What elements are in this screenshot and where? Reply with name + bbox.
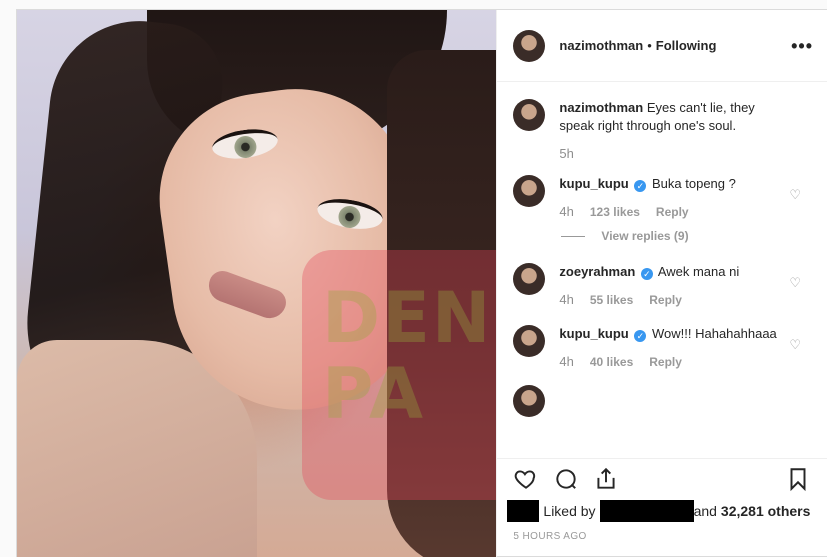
comment-time[interactable]: 4h — [559, 291, 573, 309]
header-separator: • — [647, 38, 652, 53]
post-header: nazimothman • Following ••• — [497, 10, 827, 82]
verified-badge-icon: ✓ — [634, 330, 647, 342]
post-sidebar: nazimothman • Following ••• nazimothman … — [496, 10, 827, 557]
commenter-avatar[interactable] — [513, 175, 546, 207]
watermark-line2: PA — [322, 353, 426, 435]
following-button[interactable]: Following — [656, 38, 717, 53]
share-icon[interactable] — [591, 464, 621, 494]
comment-text: Awek mana ni — [657, 264, 740, 279]
commenter-avatar[interactable] — [513, 385, 546, 417]
verified-badge-icon: ✓ — [640, 268, 653, 280]
verified-badge-icon: ✓ — [634, 180, 647, 192]
likes-summary: Liked by and 32,281 others — [507, 500, 819, 522]
comment-time[interactable]: 4h — [559, 353, 573, 371]
comment-likes[interactable]: 55 likes — [590, 291, 633, 309]
action-bar — [497, 458, 827, 498]
comment-likes[interactable]: 40 likes — [590, 353, 633, 371]
post-photo[interactable]: DEN PA — [17, 10, 497, 557]
reply-button[interactable]: Reply — [656, 203, 689, 221]
caption-username[interactable]: nazimothman — [559, 100, 643, 115]
view-replies-label[interactable]: View replies (9) — [601, 229, 688, 243]
view-replies-button[interactable]: View replies (9) — [561, 229, 811, 243]
watermark-logo: DEN PA — [302, 250, 497, 500]
watermark-line1: DEN — [322, 277, 493, 359]
replies-divider — [561, 235, 586, 237]
more-options-icon[interactable]: ••• — [791, 36, 813, 57]
comment-item: kupu_kupu ✓ Wow!!! Hahahahhaaa 4h 40 lik… — [513, 325, 811, 371]
comment-item: kupu_kupu ✓ Buka topeng ? 4h 123 likes R… — [513, 175, 811, 221]
author-avatar[interactable] — [513, 29, 546, 62]
comment-username[interactable]: kupu_kupu — [559, 176, 628, 191]
post-card: DEN PA nazimothman • Following ••• nazimo… — [16, 9, 827, 557]
redacted-avatar — [507, 500, 540, 522]
heart-icon[interactable] — [511, 464, 541, 494]
comment-likes[interactable]: 123 likes — [590, 203, 640, 221]
commenter-avatar[interactable] — [513, 325, 546, 357]
reply-button[interactable]: Reply — [649, 291, 682, 309]
comment-item-partial — [513, 385, 811, 417]
comment-username[interactable]: kupu_kupu — [559, 326, 628, 341]
likes-others-count[interactable]: 32,281 others — [721, 503, 811, 519]
reply-button[interactable]: Reply — [649, 353, 682, 371]
comment-icon[interactable] — [551, 464, 581, 494]
redacted-username — [599, 500, 694, 522]
likes-and-label: and — [693, 503, 717, 519]
comment-username[interactable]: zoeyrahman — [559, 264, 635, 279]
author-avatar[interactable] — [513, 99, 546, 131]
caption-time[interactable]: 5h — [559, 145, 573, 163]
comment-text: Buka topeng ? — [652, 176, 736, 191]
caption: nazimothman Eyes can't lie, they speak r… — [513, 99, 811, 163]
post-timestamp[interactable]: 5 HOURS AGO — [513, 531, 586, 542]
author-username[interactable]: nazimothman — [559, 38, 643, 53]
comment-time[interactable]: 4h — [559, 203, 573, 221]
comment-like-heart-icon[interactable]: ♡ — [789, 187, 801, 203]
comment-like-heart-icon[interactable]: ♡ — [789, 275, 801, 291]
comment-like-heart-icon[interactable]: ♡ — [789, 337, 801, 353]
comments-list[interactable]: nazimothman Eyes can't lie, they speak r… — [497, 83, 827, 455]
comment-item: zoeyrahman ✓ Awek mana ni 4h 55 likes Re… — [513, 263, 811, 309]
commenter-avatar[interactable] — [513, 263, 546, 295]
comment-text: Wow!!! Hahahahhaaa — [652, 326, 777, 341]
bookmark-icon[interactable] — [783, 464, 813, 494]
liked-by-label: Liked by — [543, 503, 596, 519]
